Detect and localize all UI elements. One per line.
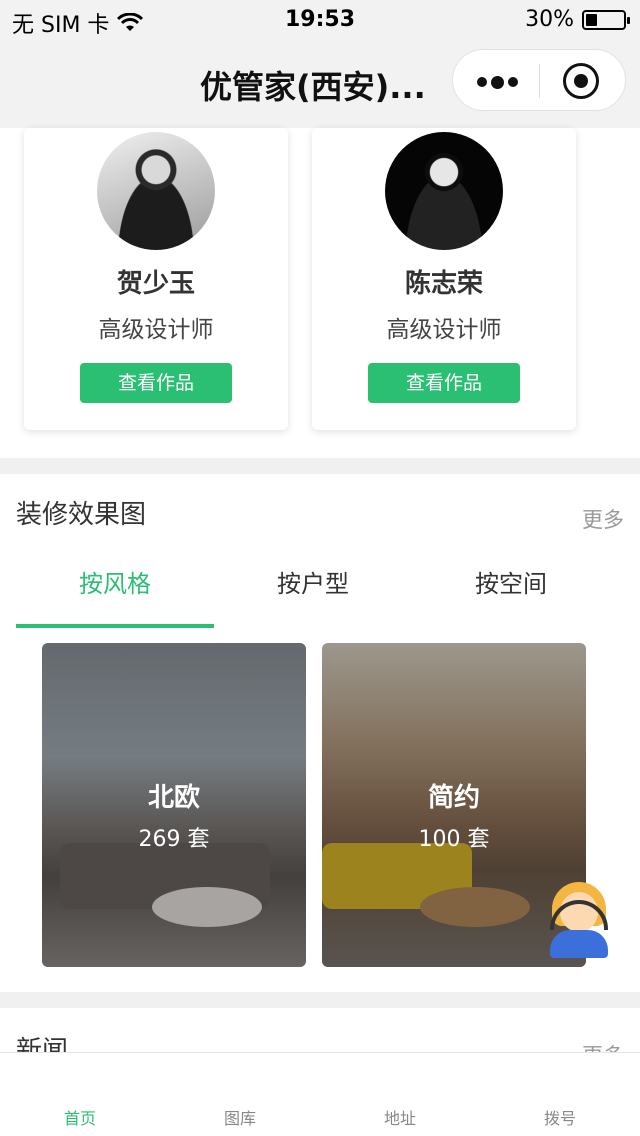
designer-name: 贺少玉 [116, 269, 195, 299]
style-count: 100 套 [418, 827, 490, 852]
status-bar: 无 SIM 卡 19:53 30% [0, 0, 640, 40]
status-right: 30% [525, 7, 630, 32]
style-name: 简约 [427, 783, 480, 813]
gallery-tabs: 按风格 按户型 按空间 [16, 552, 610, 628]
nav-bar: 优管家(西安)... [0, 40, 640, 128]
section-divider [0, 992, 640, 1008]
capsule-divider [539, 64, 540, 98]
tab-gallery[interactable]: 图库 [160, 1053, 320, 1136]
designer-name: 陈志荣 [404, 269, 483, 299]
tab-address[interactable]: 地址 [320, 1053, 480, 1136]
miniprogram-capsule [452, 49, 626, 111]
close-target-icon[interactable] [563, 63, 599, 99]
designer-title: 高级设计师 [386, 317, 502, 343]
section-title: 装修效果图 [16, 500, 147, 530]
section-divider [0, 458, 640, 474]
tab-dial[interactable]: 拨号 [480, 1053, 640, 1136]
view-works-button[interactable]: 查看作品 [80, 363, 232, 403]
designer-section: 贺少玉 高级设计师 查看作品 陈志荣 高级设计师 查看作品 [0, 128, 640, 458]
style-name: 北欧 [147, 783, 200, 813]
avatar [97, 132, 215, 250]
more-link[interactable]: 更多 [582, 504, 624, 534]
style-card[interactable]: 北欧 269 套 [42, 643, 306, 967]
designer-card[interactable]: 陈志荣 高级设计师 查看作品 [312, 128, 576, 430]
tab-home[interactable]: 首页 [0, 1053, 160, 1136]
avatar [385, 132, 503, 250]
battery-level [586, 13, 597, 26]
tab-layout[interactable]: 按户型 [214, 552, 412, 628]
battery-icon [582, 9, 630, 30]
style-count: 269 套 [138, 827, 210, 852]
page-title: 优管家(西安)... [200, 68, 426, 106]
tab-style[interactable]: 按风格 [16, 552, 214, 628]
battery-percent: 30% [525, 7, 574, 32]
designer-card[interactable]: 贺少玉 高级设计师 查看作品 [24, 128, 288, 430]
tab-space[interactable]: 按空间 [412, 552, 610, 628]
designer-title: 高级设计师 [98, 317, 214, 343]
bottom-tab-bar: 首页 图库 地址 拨号 [0, 1052, 640, 1136]
customer-service-icon[interactable] [546, 880, 612, 960]
view-works-button[interactable]: 查看作品 [368, 363, 520, 403]
gallery-section: 装修效果图 更多 按风格 按户型 按空间 北欧 269 套 简约 100 套 [0, 474, 640, 992]
more-dots-icon[interactable] [477, 75, 518, 89]
